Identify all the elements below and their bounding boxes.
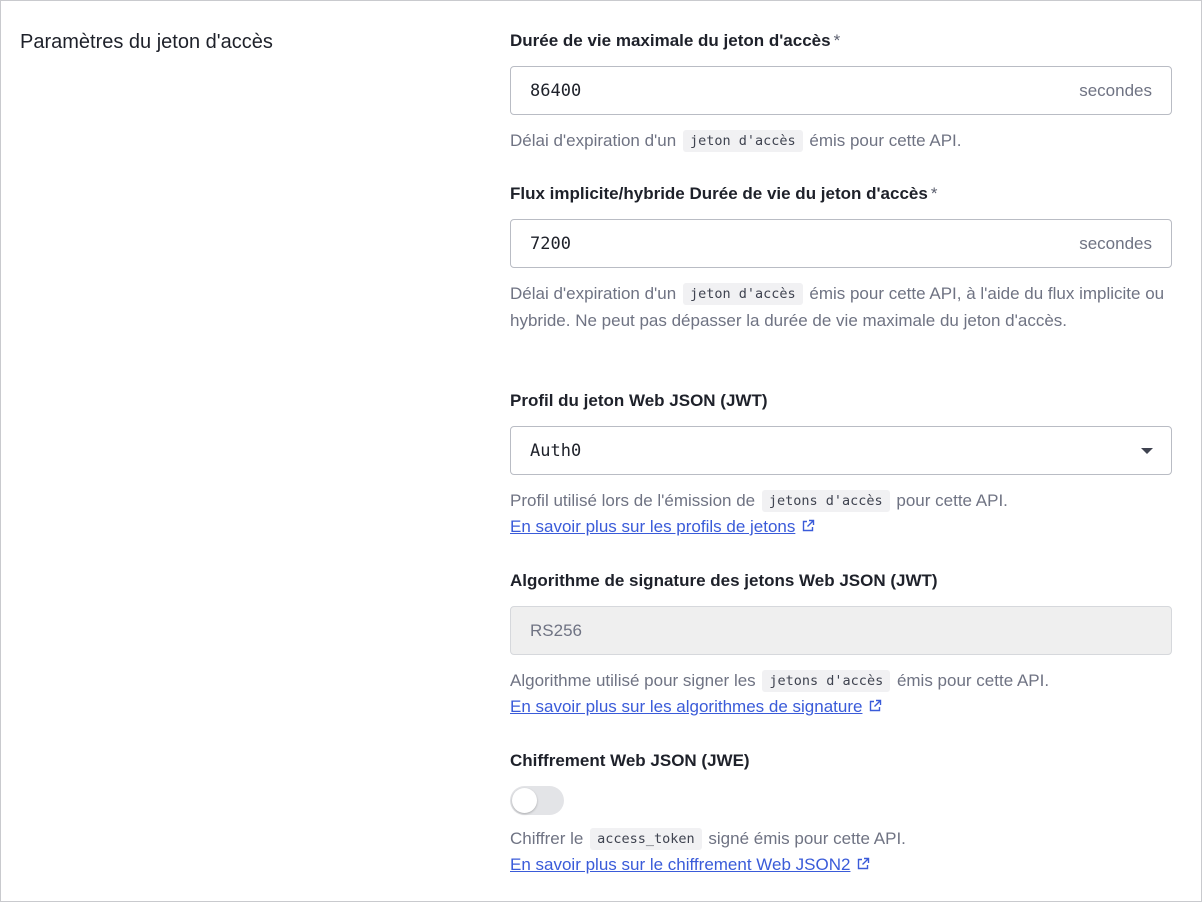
signing-algorithm-field: Algorithme de signature des jetons Web J… — [510, 570, 1172, 720]
inline-code: jetons d'accès — [762, 670, 891, 692]
required-mark: * — [930, 184, 938, 203]
max-lifetime-value[interactable]: 86400 — [530, 80, 581, 102]
jwe-field: Chiffrement Web JSON (JWE) Chiffrer le a… — [510, 750, 1172, 878]
jwt-profile-label: Profil du jeton Web JSON (JWT) — [510, 391, 768, 410]
settings-panel: Paramètres du jeton d'accès Durée de vie… — [0, 0, 1202, 902]
implicit-lifetime-suffix: secondes — [1079, 234, 1152, 253]
jwe-toggle[interactable] — [510, 786, 564, 815]
max-lifetime-input[interactable]: 86400 secondes — [510, 66, 1172, 115]
jwt-profile-select[interactable]: Auth0 — [510, 426, 1172, 475]
max-lifetime-suffix: secondes — [1079, 81, 1152, 100]
jwt-profile-field: Profil du jeton Web JSON (JWT) Auth0 Pro… — [510, 390, 1172, 540]
signing-algorithm-learn-more-link[interactable]: En savoir plus sur les algorithmes de si… — [510, 694, 882, 720]
section-title: Paramètres du jeton d'accès — [20, 31, 273, 53]
chevron-down-icon[interactable] — [1141, 448, 1153, 454]
inline-code: jetons d'accès — [761, 490, 890, 512]
signing-algorithm-help: Algorithme utilisé pour signer les jeton… — [510, 670, 1050, 692]
toggle-knob[interactable] — [512, 788, 537, 813]
inline-code: access_token — [590, 828, 702, 850]
implicit-lifetime-value[interactable]: 7200 — [530, 233, 571, 255]
implicit-lifetime-input[interactable]: 7200 secondes — [510, 219, 1172, 268]
jwt-profile-value[interactable]: Auth0 — [530, 440, 581, 462]
max-lifetime-help: Délai d'expiration d'un jeton d'accès ém… — [510, 130, 962, 152]
external-link-icon — [870, 699, 882, 712]
implicit-lifetime-field: Flux implicite/hybride Durée de vie du j… — [510, 183, 1172, 334]
inline-code: jeton d'accès — [682, 283, 803, 305]
implicit-lifetime-label: Flux implicite/hybride Durée de vie du j… — [510, 184, 938, 203]
signing-algorithm-value: RS256 — [530, 621, 582, 640]
max-lifetime-label: Durée de vie maximale du jeton d'accès * — [510, 31, 841, 50]
inline-code: jeton d'accès — [682, 130, 803, 152]
jwt-profile-help: Profil utilisé lors de l'émission de jet… — [510, 490, 1008, 512]
signing-algorithm-input: RS256 — [510, 606, 1172, 655]
signing-algorithm-label: Algorithme de signature des jetons Web J… — [510, 571, 938, 590]
max-lifetime-field: Durée de vie maximale du jeton d'accès * … — [510, 30, 1172, 154]
jwe-learn-more-link[interactable]: En savoir plus sur le chiffrement Web JS… — [510, 852, 870, 878]
jwe-help: Chiffrer le access_token signé émis pour… — [510, 828, 906, 850]
external-link-icon — [803, 519, 815, 532]
jwe-label: Chiffrement Web JSON (JWE) — [510, 751, 750, 770]
jwt-profile-learn-more-link[interactable]: En savoir plus sur les profils de jetons — [510, 514, 815, 540]
implicit-lifetime-help: Délai d'expiration d'un jeton d'accès ém… — [510, 283, 1165, 330]
external-link-icon — [858, 857, 870, 870]
required-mark: * — [833, 31, 841, 50]
